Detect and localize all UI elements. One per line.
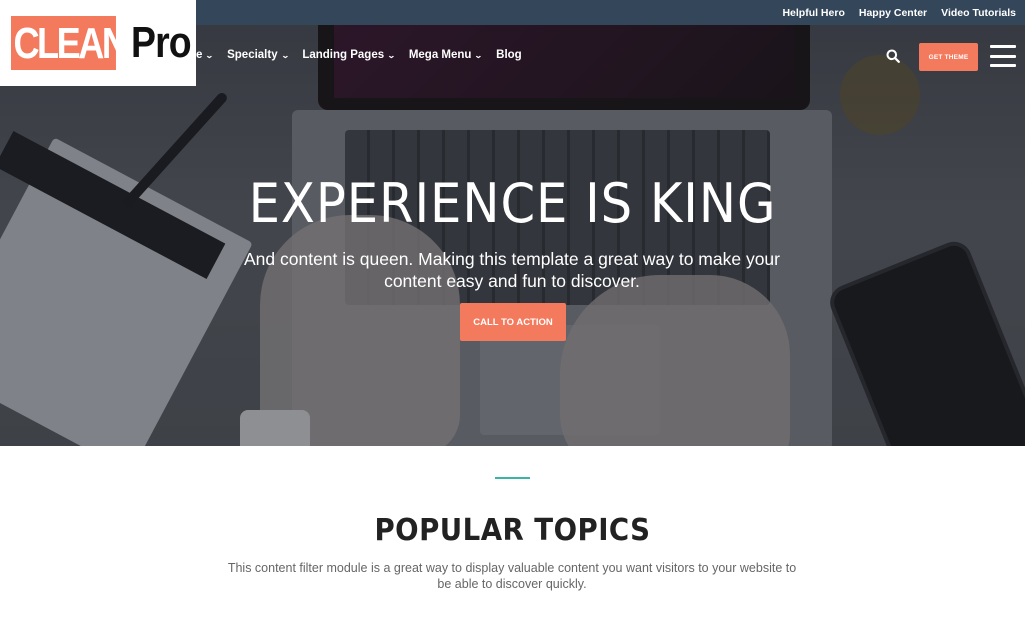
nav-item-home[interactable]: e ⌄: [196, 49, 215, 61]
logo-pro-text: Pro: [131, 18, 192, 67]
hero-overlay: [0, 25, 1025, 446]
topbar-link-happy-center[interactable]: Happy Center: [859, 7, 927, 19]
get-theme-button[interactable]: GET THEME: [919, 43, 978, 71]
nav-item-label: e: [196, 49, 203, 61]
search-icon[interactable]: [886, 49, 902, 65]
topbar-link-video-tutorials[interactable]: Video Tutorials: [941, 7, 1016, 19]
hamburger-line: [990, 64, 1016, 67]
chevron-down-icon: ⌄: [205, 50, 215, 60]
hero-subtitle: And content is queen. Making this templa…: [244, 249, 780, 291]
chevron-down-icon: ⌄: [280, 50, 290, 60]
nav-item-landing-pages[interactable]: Landing Pages ⌄: [302, 49, 396, 61]
logo-clean-text: CLEAN: [11, 16, 128, 70]
nav-item-label: Mega Menu: [408, 49, 472, 61]
nav-item-label: Specialty: [227, 49, 278, 61]
hero-title: EXPERIENCE IS KING: [248, 172, 777, 235]
nav-item-specialty[interactable]: Specialty ⌄: [227, 49, 290, 61]
topbar-link-helpful-hero[interactable]: Helpful Hero: [782, 7, 844, 19]
section-description: This content filter module is a great wa…: [227, 561, 797, 591]
nav-item-blog[interactable]: Blog: [496, 49, 522, 61]
nav-item-mega-menu[interactable]: Mega Menu ⌄: [408, 49, 484, 61]
nav-item-label: Landing Pages: [302, 49, 385, 61]
hamburger-line: [990, 45, 1016, 48]
nav-item-label: Blog: [496, 49, 522, 61]
chevron-down-icon: ⌄: [474, 50, 484, 60]
chevron-down-icon: ⌄: [387, 50, 396, 60]
call-to-action-button[interactable]: CALL TO ACTION: [460, 303, 566, 341]
section-divider: [495, 477, 530, 479]
hamburger-menu-icon[interactable]: [990, 45, 1016, 67]
section-title: POPULAR TOPICS: [374, 513, 651, 548]
nav-menu: e ⌄ Specialty ⌄ Landing Pages ⌄ Mega Men…: [196, 49, 522, 61]
hamburger-line: [990, 54, 1016, 58]
site-logo[interactable]: CLEAN Pro: [0, 0, 196, 86]
hero-section: [0, 25, 1025, 446]
